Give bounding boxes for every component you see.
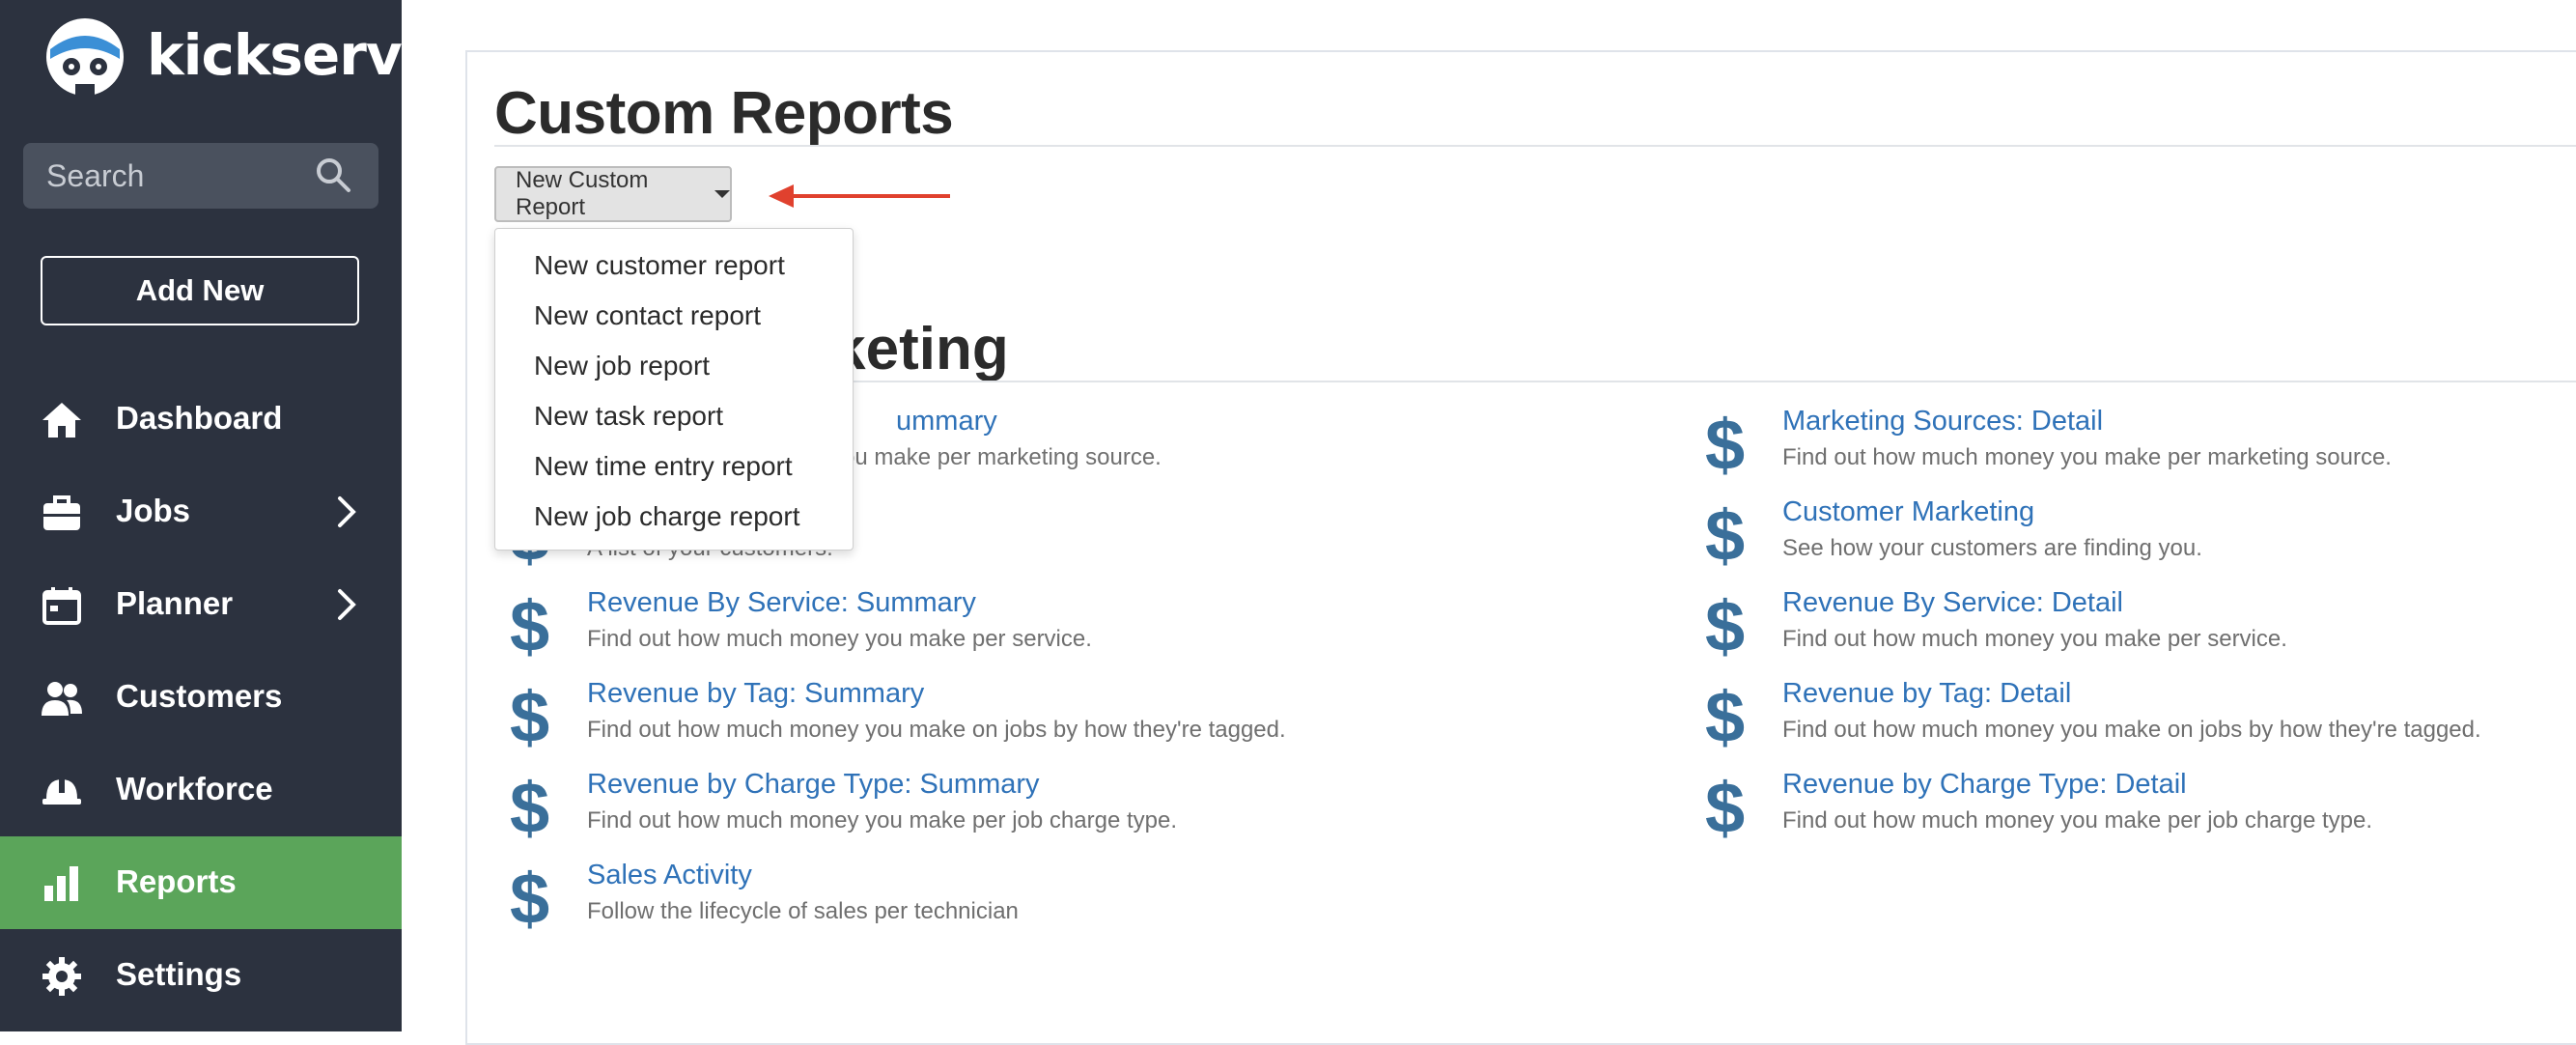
sidebar-item-customers[interactable]: Customers <box>0 651 402 744</box>
hardhat-icon <box>42 777 81 805</box>
report-link[interactable]: Revenue by Charge Type: Summary <box>587 769 1040 801</box>
menu-item-new-job-report[interactable]: New job report <box>534 351 710 381</box>
menu-item-new-time-entry-report[interactable]: New time entry report <box>534 451 793 482</box>
report-description: Follow the lifecycle of sales per techni… <box>587 898 1019 924</box>
sidebar-item-reports[interactable]: Reports <box>0 836 402 929</box>
search-icon[interactable] <box>315 156 351 193</box>
dollar-icon: $ <box>510 768 550 848</box>
chevron-right-icon <box>338 589 356 620</box>
caret-down-icon <box>714 190 730 198</box>
new-report-dropdown-menu: New customer report New contact report N… <box>494 228 854 551</box>
annotation-arrow-icon <box>769 184 950 208</box>
sidebar-item-label: Reports <box>116 863 237 899</box>
briefcase-icon <box>43 495 80 530</box>
report-description: See how your customers are finding you. <box>1782 535 2202 561</box>
dollar-icon: $ <box>1705 495 1746 576</box>
report-link[interactable]: Customer Marketing <box>1782 496 2034 528</box>
menu-item-new-task-report[interactable]: New task report <box>534 401 723 432</box>
report-description: Find out how much money you make per ser… <box>587 626 1092 652</box>
report-link[interactable]: Sales Activity <box>587 860 752 891</box>
dollar-icon: $ <box>1705 768 1746 848</box>
menu-item-new-customer-report[interactable]: New customer report <box>534 250 785 281</box>
dollar-icon: $ <box>1705 586 1746 666</box>
report-description: Find out how much money you make per ser… <box>1782 626 2287 652</box>
dollar-icon: $ <box>510 859 550 939</box>
calendar-icon <box>42 587 81 625</box>
app-name: kickserv <box>147 22 403 88</box>
report-link[interactable]: Revenue By Service: Detail <box>1782 587 2123 619</box>
people-icon <box>42 682 82 716</box>
page-title: Custom Reports <box>494 80 954 147</box>
sidebar: kickserv Add New Dashboard Jobs <box>0 0 403 1031</box>
kickserv-logo-icon <box>46 18 124 96</box>
chevron-right-icon <box>338 496 356 527</box>
report-link[interactable]: ummary <box>896 406 997 438</box>
report-description: Find out how much money you make per job… <box>1782 807 2372 833</box>
report-description: Find out how much money you make on jobs… <box>587 717 1286 743</box>
sidebar-item-jobs[interactable]: Jobs <box>0 466 402 558</box>
dollar-icon: $ <box>510 586 550 666</box>
sidebar-item-label: Workforce <box>116 771 273 806</box>
report-link[interactable]: Revenue By Service: Summary <box>587 587 976 619</box>
home-icon <box>42 403 81 438</box>
dollar-icon: $ <box>1705 405 1746 485</box>
dollar-icon: $ <box>510 677 550 757</box>
dollar-icon: $ <box>1705 677 1746 757</box>
report-link[interactable]: Revenue by Charge Type: Detail <box>1782 769 2187 801</box>
sidebar-item-label: Settings <box>116 956 242 992</box>
gear-icon <box>42 957 81 996</box>
report-description: ey you make per marketing source. <box>799 444 1162 470</box>
report-link[interactable]: Revenue by Tag: Detail <box>1782 678 2071 710</box>
report-link[interactable]: Revenue by Tag: Summary <box>587 678 924 710</box>
logo[interactable]: kickserv <box>42 14 403 97</box>
sidebar-item-label: Dashboard <box>116 400 283 436</box>
sidebar-item-workforce[interactable]: Workforce <box>0 744 402 836</box>
new-custom-report-label: New Custom Report <box>516 167 649 220</box>
sidebar-item-dashboard[interactable]: Dashboard <box>0 373 402 466</box>
search-input[interactable] <box>23 143 313 209</box>
sidebar-item-label: Jobs <box>116 493 191 528</box>
report-link[interactable]: Marketing Sources: Detail <box>1782 406 2103 438</box>
new-custom-report-button[interactable]: New Custom Report <box>494 166 732 222</box>
sidebar-item-label: Planner <box>116 585 234 621</box>
title-divider <box>494 145 2576 147</box>
bar-chart-icon <box>44 866 78 901</box>
search-box <box>23 143 378 209</box>
sidebar-item-label: Customers <box>116 678 283 714</box>
add-new-button[interactable]: Add New <box>41 256 359 325</box>
sidebar-item-settings[interactable]: Settings <box>0 929 402 1022</box>
report-description: Find out how much money you make on jobs… <box>1782 717 2481 743</box>
report-description: Find out how much money you make per mar… <box>1782 444 2392 470</box>
report-description: Find out how much money you make per job… <box>587 807 1177 833</box>
menu-item-new-job-charge-report[interactable]: New job charge report <box>534 501 799 532</box>
sidebar-item-planner[interactable]: Planner <box>0 558 402 651</box>
menu-item-new-contact-report[interactable]: New contact report <box>534 300 761 331</box>
